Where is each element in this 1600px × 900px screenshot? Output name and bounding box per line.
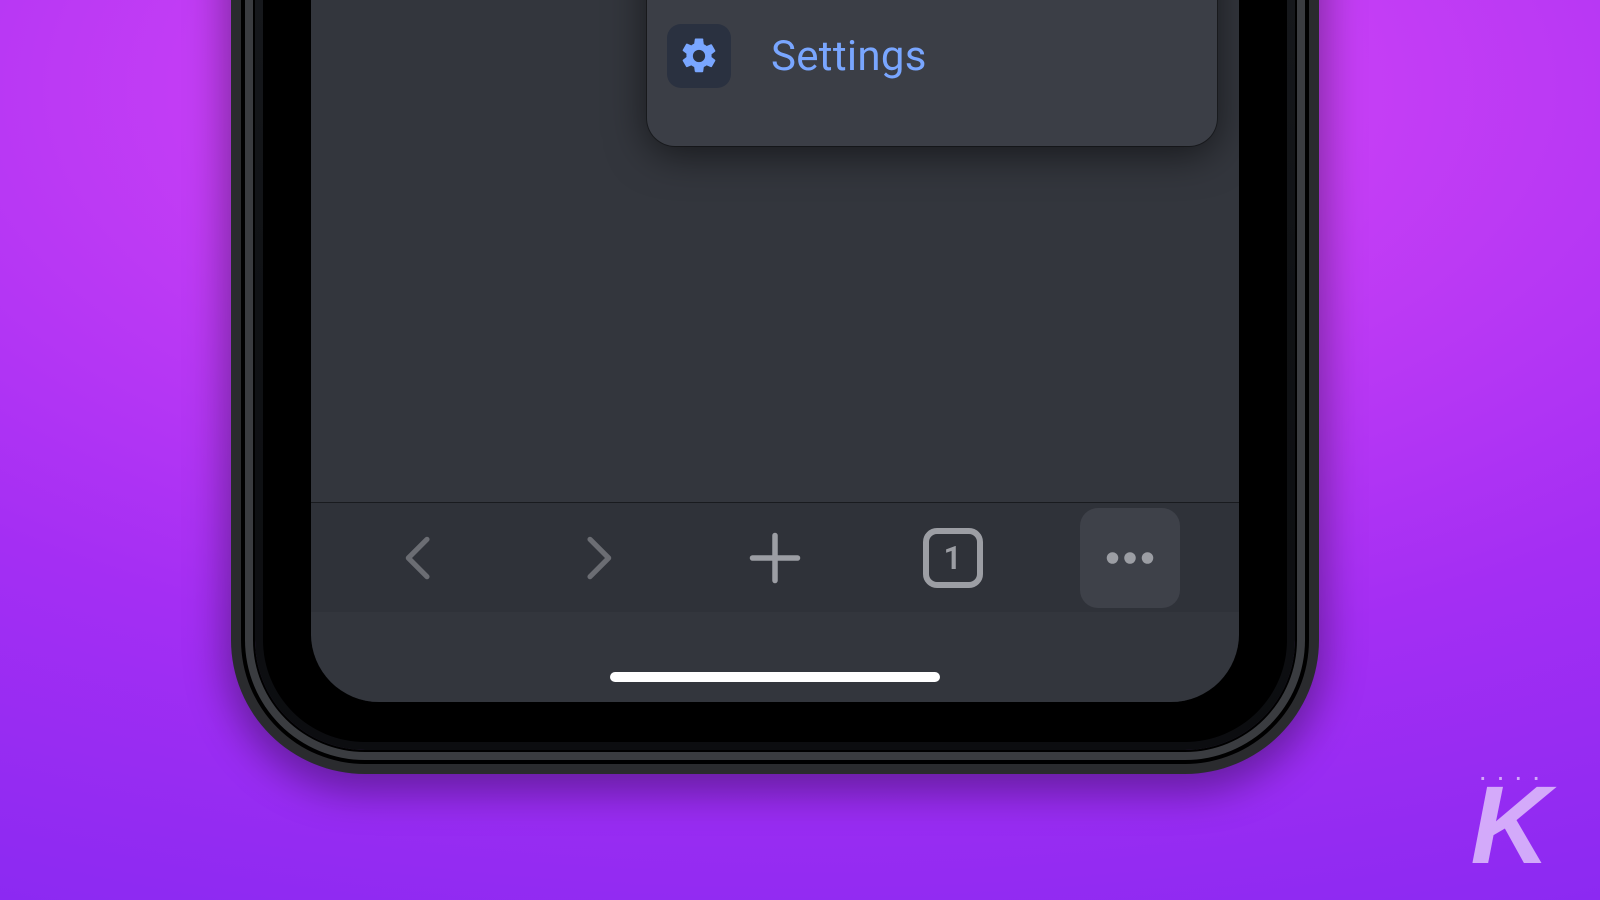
bottom-toolbar: 1 — [311, 502, 1239, 612]
more-menu-button[interactable] — [1080, 508, 1180, 608]
watermark-letter: K — [1469, 782, 1550, 870]
app-stage: { "colors":{ "accent":"#79a6ff", "menu_b… — [0, 0, 1600, 900]
forward-button[interactable] — [547, 508, 647, 608]
tabs-button[interactable]: 1 — [903, 508, 1003, 608]
back-button[interactable] — [370, 508, 470, 608]
tab-count-badge: 1 — [923, 528, 983, 588]
overflow-menu: Reading List Recent Tabs — [647, 0, 1217, 146]
home-indicator[interactable] — [610, 672, 940, 682]
phone-frame: Bookmarks Rea — [255, 0, 1295, 750]
phone-bezel: Bookmarks Rea — [263, 0, 1287, 742]
menu-item-label: Settings — [771, 32, 927, 81]
watermark-logo: ∙∙∙∙ K — [1469, 766, 1550, 870]
new-tab-button[interactable] — [725, 508, 825, 608]
tab-count-value: 1 — [943, 539, 961, 577]
settings-icon — [667, 24, 731, 88]
phone-screen: Bookmarks Rea — [311, 0, 1239, 702]
browser-content-area: Bookmarks Rea — [311, 0, 1239, 702]
menu-item-settings[interactable]: Settings — [647, 6, 1217, 106]
